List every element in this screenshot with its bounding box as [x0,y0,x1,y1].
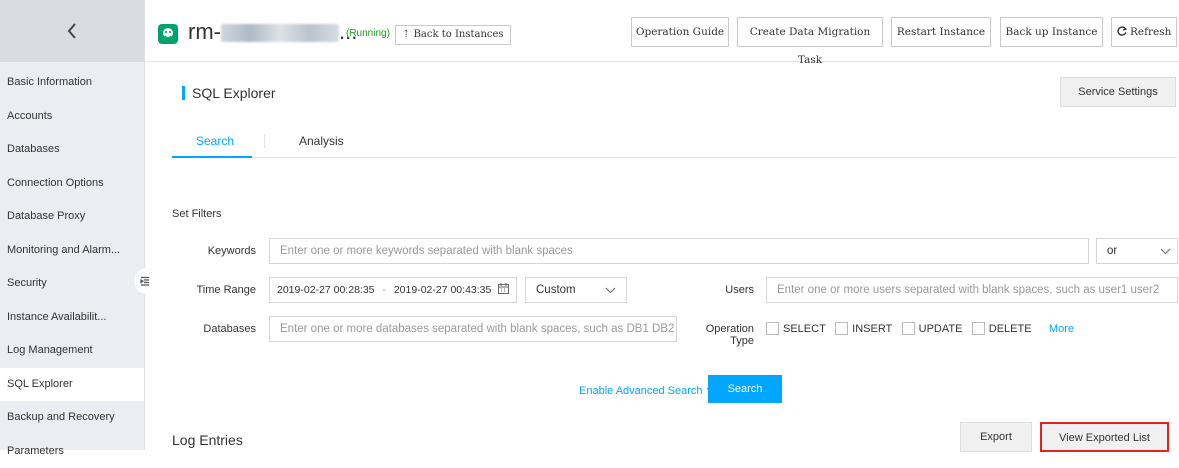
keywords-input[interactable]: Enter one or more keywords separated wit… [269,238,1089,264]
title-accent-bar [182,86,185,100]
operation-type-group: SELECT INSERT UPDATE DELETE More [766,321,1074,335]
sidebar-item-instance-availability[interactable]: Instance Availabilit... [0,301,144,335]
chevron-down-icon [605,287,616,294]
search-button[interactable]: Search [708,375,782,403]
select-checkbox[interactable] [766,322,779,335]
sidebar-item-parameters[interactable]: Parameters [0,435,144,468]
rds-logo-icon [158,24,178,44]
service-settings-button[interactable]: Service Settings [1060,77,1176,107]
view-exported-list-button[interactable]: View Exported List [1040,422,1169,452]
time-range-label: Time Range [172,284,256,296]
sidebar-item-sql-explorer[interactable]: SQL Explorer [0,368,144,402]
chevron-left-icon [66,22,78,40]
update-checkbox[interactable] [902,322,915,335]
set-filters-heading: Set Filters [172,208,222,220]
export-button[interactable]: Export [960,422,1032,452]
refresh-icon [1117,26,1127,36]
advanced-search-toggle[interactable]: Enable Advanced Search [579,383,714,397]
refresh-button[interactable]: Refresh [1111,17,1177,47]
active-tab-underline [172,156,252,158]
up-arrow-icon: ⇡ [402,29,410,40]
sidebar-item-connection-options[interactable]: Connection Options [0,167,144,201]
sidebar-item-log-management[interactable]: Log Management [0,334,144,368]
sidebar-item-security[interactable]: Security [0,267,144,301]
insert-checkbox-label: INSERT [852,323,892,335]
backup-instance-button[interactable]: Back up Instance [1000,17,1103,47]
instance-status: (Running) [346,28,390,39]
time-range-picker[interactable]: 2019-02-27 00:28:35 - 2019-02-27 00:43:3… [269,277,517,303]
tab-bar: Search Analysis [172,130,1177,158]
tab-separator [264,134,265,148]
sidebar-item-monitoring[interactable]: Monitoring and Alarm... [0,234,144,268]
create-migration-task-button[interactable]: Create Data Migration Task [737,17,883,47]
delete-checkbox[interactable] [972,322,985,335]
sidebar-item-accounts[interactable]: Accounts [0,100,144,134]
page-title: SQL Explorer [192,85,276,101]
sidebar-item-database-proxy[interactable]: Database Proxy [0,200,144,234]
sidebar-item-basic-information[interactable]: Basic Information [0,66,144,100]
operation-guide-button[interactable]: Operation Guide [631,17,729,47]
more-link[interactable]: More [1049,323,1074,335]
databases-label: Databases [172,323,256,335]
sidebar: Basic Information Accounts Databases Con… [0,0,145,450]
tab-search[interactable]: Search [196,134,234,148]
keywords-label: Keywords [172,245,256,257]
tab-analysis[interactable]: Analysis [299,134,344,148]
operation-type-label: Operation Type [684,323,754,347]
chevron-down-icon [1160,248,1171,255]
restart-instance-button[interactable]: Restart Instance [891,17,991,47]
delete-checkbox-label: DELETE [989,323,1032,335]
logic-select[interactable]: or [1096,238,1178,264]
update-checkbox-label: UPDATE [919,323,963,335]
instance-name: rm-... [188,19,357,45]
users-input[interactable]: Enter one or more users separated with b… [766,277,1178,303]
calendar-icon [498,283,509,294]
redacted-instance-id [221,24,339,42]
sidebar-item-backup-recovery[interactable]: Backup and Recovery [0,401,144,435]
log-entries-heading: Log Entries [172,432,243,448]
main-content: SQL Explorer Service Settings Search Ana… [146,62,1179,450]
sidebar-item-databases[interactable]: Databases [0,133,144,167]
databases-input[interactable]: Enter one or more databases separated wi… [269,316,677,342]
select-checkbox-label: SELECT [783,323,826,335]
range-mode-select[interactable]: Custom [525,277,627,303]
top-bar: rm-... (Running) ⇡ Back to Instances Ope… [146,0,1179,62]
users-label: Users [706,284,754,296]
back-to-instances-button[interactable]: ⇡ Back to Instances [395,25,511,45]
insert-checkbox[interactable] [835,322,848,335]
collapse-back-button[interactable] [0,0,144,62]
